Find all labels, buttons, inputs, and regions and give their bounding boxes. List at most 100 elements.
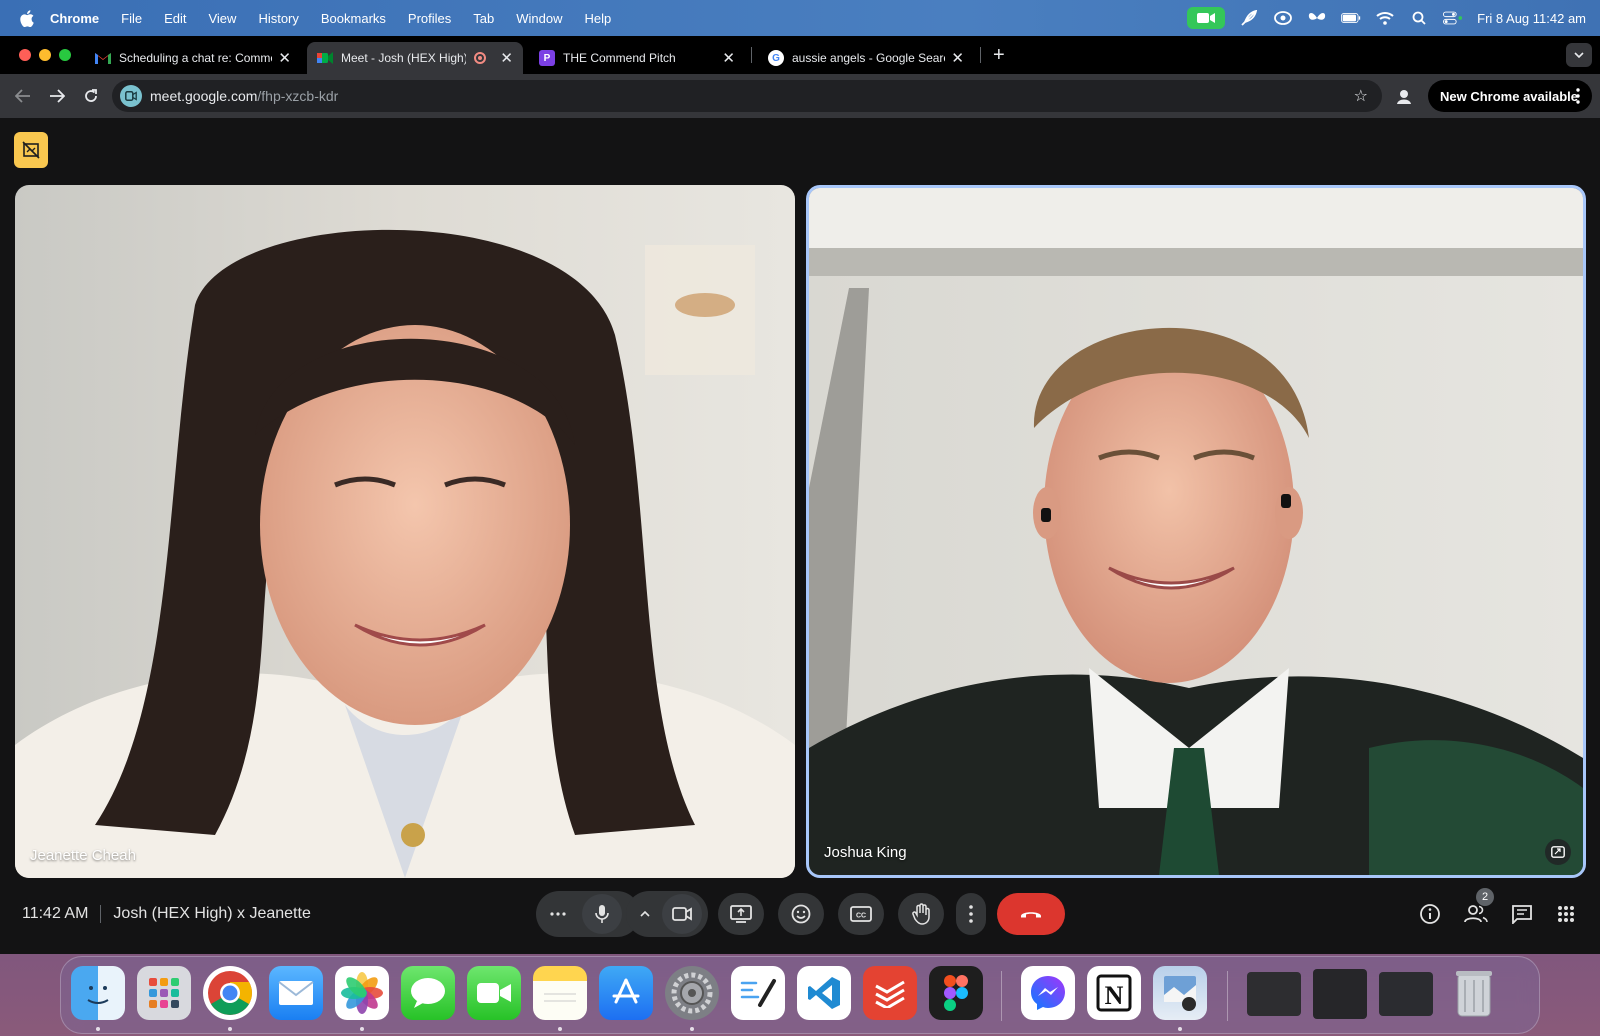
participant-video — [809, 188, 1583, 875]
minimize-window-button[interactable] — [39, 49, 51, 61]
tab-title: Meet - Josh (HEX High) x — [341, 51, 467, 65]
tab-meet[interactable]: Meet - Josh (HEX High) x ✕ — [307, 42, 523, 74]
apple-menu-icon[interactable] — [18, 9, 36, 27]
camera-in-use-icon[interactable] — [1187, 7, 1226, 29]
video-options-button[interactable] — [628, 894, 662, 934]
messages-icon[interactable] — [401, 966, 455, 1020]
microphone-button[interactable] — [582, 894, 622, 934]
running-indicator — [558, 1027, 562, 1031]
running-indicator — [1178, 1027, 1182, 1031]
info-icon — [1420, 904, 1440, 924]
forward-button[interactable] — [42, 81, 72, 111]
menu-bookmarks[interactable]: Bookmarks — [321, 11, 386, 26]
arrow-left-icon — [15, 89, 30, 103]
finder-icon[interactable] — [71, 966, 125, 1020]
app-store-icon[interactable] — [599, 966, 653, 1020]
chat-button[interactable] — [1506, 898, 1538, 930]
extension-icon[interactable] — [1394, 86, 1414, 106]
camera-icon — [672, 907, 692, 921]
address-bar[interactable]: meet.google.com/fhp-xzcb-kdr ☆ — [112, 80, 1382, 112]
system-settings-icon[interactable] — [665, 966, 719, 1020]
tab-gmail[interactable]: Scheduling a chat re: Comme ✕ — [85, 42, 301, 74]
video-off-badge-icon[interactable] — [14, 132, 48, 168]
close-tab-icon[interactable]: ✕ — [722, 49, 735, 67]
preview-icon[interactable] — [1153, 966, 1207, 1020]
activities-button[interactable] — [1550, 898, 1582, 930]
mail-icon[interactable] — [269, 966, 323, 1020]
back-button[interactable] — [8, 81, 38, 111]
menu-window[interactable]: Window — [516, 11, 562, 26]
battery-icon[interactable] — [1341, 10, 1361, 26]
minimized-window-thumbnail[interactable] — [1379, 972, 1433, 1016]
menu-help[interactable]: Help — [585, 11, 612, 26]
tab-commend-pitch[interactable]: P THE Commend Pitch ✕ — [529, 42, 745, 74]
more-options-button[interactable] — [956, 893, 986, 935]
close-tab-icon[interactable]: ✕ — [500, 49, 513, 67]
site-info-icon[interactable] — [120, 85, 142, 107]
meeting-details-button[interactable] — [1414, 898, 1446, 930]
spotlight-search-icon[interactable] — [1409, 10, 1429, 26]
emoji-icon — [791, 904, 811, 924]
launchpad-icon[interactable] — [137, 966, 191, 1020]
gmail-icon — [95, 50, 111, 66]
menu-bar-clock[interactable]: Fri 8 Aug 11:42 am — [1477, 11, 1586, 26]
reactions-button[interactable] — [778, 893, 824, 935]
tab-title: aussie angels - Google Searc — [792, 51, 946, 65]
creative-cloud-icon[interactable] — [1273, 10, 1293, 26]
minimized-window-thumbnail[interactable] — [1313, 969, 1367, 1019]
wifi-icon[interactable] — [1375, 10, 1395, 26]
notes-icon[interactable] — [533, 966, 587, 1020]
picture-in-picture-icon[interactable] — [1545, 839, 1571, 865]
participant-tile-active-speaker[interactable]: Joshua King — [806, 185, 1586, 878]
zoom-window-button[interactable] — [59, 49, 71, 61]
menu-app-name[interactable]: Chrome — [50, 11, 99, 26]
closed-captions-icon: CC — [850, 906, 872, 922]
raise-hand-button[interactable] — [898, 893, 944, 935]
more-vert-icon[interactable] — [1576, 88, 1580, 107]
captions-button[interactable]: CC — [838, 893, 884, 935]
photos-icon[interactable] — [335, 966, 389, 1020]
notion-icon[interactable]: N — [1087, 966, 1141, 1020]
chevron-down-icon — [1574, 52, 1584, 58]
people-button[interactable]: 2 — [1460, 888, 1494, 930]
tab-search-button[interactable] — [1566, 43, 1592, 67]
figma-icon[interactable] — [929, 966, 983, 1020]
macos-dock: N — [60, 956, 1540, 1034]
new-chrome-available-button[interactable]: New Chrome available — [1428, 80, 1592, 112]
close-tab-icon[interactable]: ✕ — [951, 49, 964, 67]
trash-icon[interactable] — [1447, 966, 1501, 1020]
minimized-window-thumbnail[interactable] — [1247, 972, 1301, 1016]
facetime-icon[interactable] — [467, 966, 521, 1020]
present-screen-button[interactable] — [718, 893, 764, 935]
menu-profiles[interactable]: Profiles — [408, 11, 451, 26]
menu-edit[interactable]: Edit — [164, 11, 186, 26]
meet-control-bar: 11:42 AM Josh (HEX High) x Jeanette CC 2 — [0, 878, 1600, 954]
reload-button[interactable] — [76, 81, 106, 111]
bookmark-star-icon[interactable]: ☆ — [1354, 86, 1368, 106]
tab-google-search[interactable]: G aussie angels - Google Searc ✕ — [758, 42, 974, 74]
browser-toolbar: meet.google.com/fhp-xzcb-kdr ☆ New Chrom… — [0, 74, 1600, 118]
vscode-icon[interactable] — [797, 966, 851, 1020]
new-tab-button[interactable]: + — [993, 44, 1005, 67]
freeform-icon[interactable] — [731, 966, 785, 1020]
feather-icon[interactable] — [1239, 10, 1259, 26]
control-center-icon[interactable] — [1443, 10, 1463, 26]
close-tab-icon[interactable]: ✕ — [278, 49, 291, 67]
leave-call-button[interactable] — [997, 893, 1065, 935]
participant-tile[interactable]: Jeanette Cheah — [15, 185, 795, 878]
chrome-icon[interactable] — [203, 966, 257, 1020]
camera-button[interactable] — [662, 894, 702, 934]
todoist-icon[interactable] — [863, 966, 917, 1020]
messenger-icon[interactable] — [1021, 966, 1075, 1020]
tab-separator — [980, 47, 981, 63]
menu-history[interactable]: History — [258, 11, 298, 26]
audio-options-button[interactable] — [538, 894, 578, 934]
menu-view[interactable]: View — [208, 11, 236, 26]
close-window-button[interactable] — [19, 49, 31, 61]
raise-hand-icon — [912, 903, 930, 925]
more-vert-icon — [969, 905, 973, 923]
menu-tab[interactable]: Tab — [473, 11, 494, 26]
participant-name: Jeanette Cheah — [30, 847, 136, 864]
butterfly-icon[interactable] — [1307, 10, 1327, 26]
menu-file[interactable]: File — [121, 11, 142, 26]
